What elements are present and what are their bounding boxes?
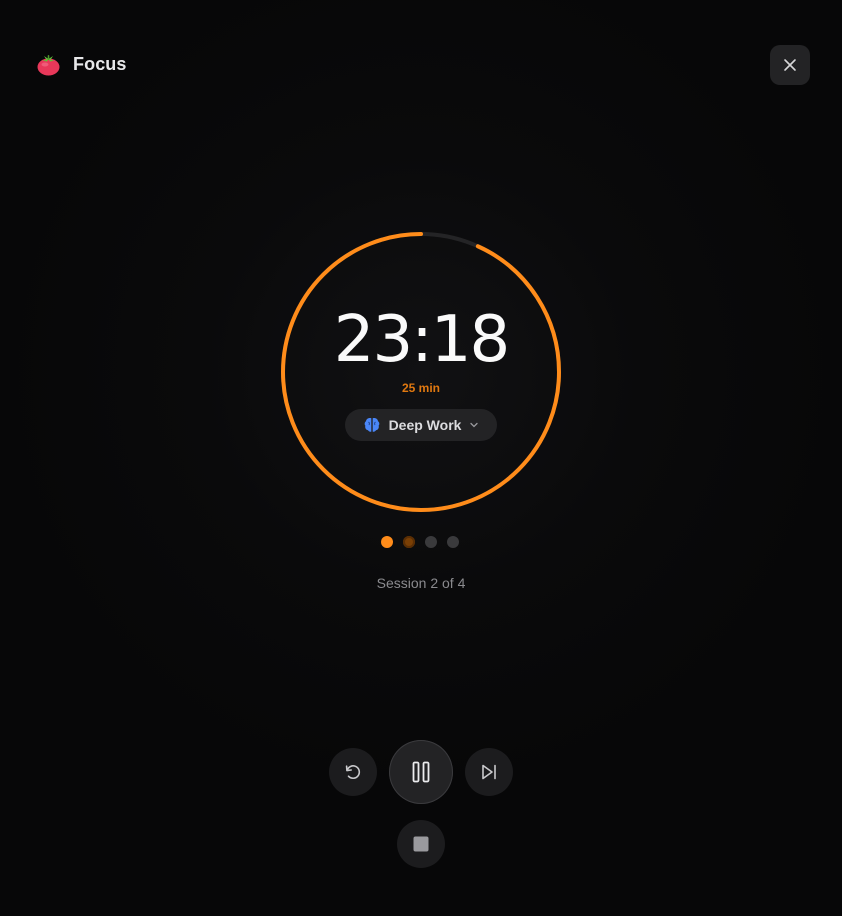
- time-display: 23:18: [333, 303, 510, 377]
- session-dot: [403, 536, 415, 548]
- app-title: Focus: [73, 54, 127, 74]
- reset-button[interactable]: [329, 748, 377, 796]
- stop-icon: [413, 836, 429, 852]
- stop-button[interactable]: [397, 820, 445, 868]
- session-dot: [381, 536, 393, 548]
- session-dot: [425, 536, 437, 548]
- brand: Focus: [36, 52, 127, 77]
- chevron-down-icon: [470, 422, 479, 428]
- close-button[interactable]: [770, 45, 810, 85]
- brain-icon: [364, 418, 379, 432]
- pause-icon: [412, 761, 430, 783]
- session-dots: [381, 536, 459, 548]
- skip-button[interactable]: [465, 748, 513, 796]
- mode-selector[interactable]: Deep Work: [345, 409, 497, 441]
- reset-icon: [345, 765, 361, 779]
- timer: 23:18 25 min Deep Work: [281, 232, 561, 512]
- focus-app: Focus 23:18 25 min Deep Work Session 2 o…: [0, 0, 842, 916]
- mode-label: Deep Work: [388, 417, 462, 433]
- skip-next-icon: [482, 764, 496, 780]
- session-dot: [447, 536, 459, 548]
- duration-label: 25 min: [401, 381, 440, 395]
- tomato-icon: [37, 55, 60, 76]
- pause-button[interactable]: [389, 740, 453, 804]
- session-counter: Session 2 of 4: [376, 575, 466, 591]
- close-icon: [784, 59, 796, 71]
